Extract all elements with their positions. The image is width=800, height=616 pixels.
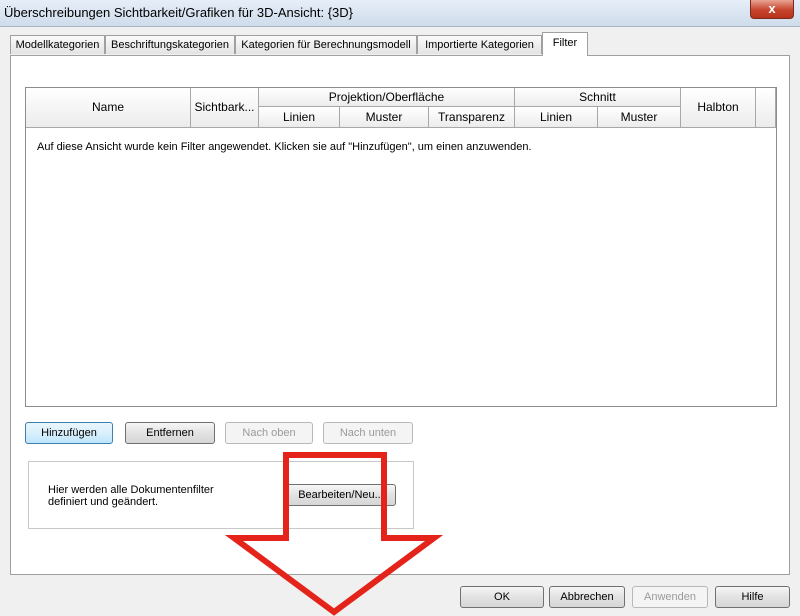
- column-header-visibility[interactable]: Sichtbark...: [191, 88, 259, 128]
- column-group-cut: Schnitt: [515, 88, 681, 107]
- column-header-cut-pattern[interactable]: Muster: [598, 107, 681, 128]
- column-header-projection-transparency[interactable]: Transparenz: [429, 107, 515, 128]
- column-header-cut-lines[interactable]: Linien: [515, 107, 598, 128]
- apply-button[interactable]: Anwenden: [632, 586, 708, 608]
- edit-new-filter-button[interactable]: Bearbeiten/Neu...: [286, 484, 396, 506]
- filter-panel: Name Sichtbark... Projektion/Oberfläche …: [10, 55, 790, 575]
- document-filters-box: Hier werden alle Dokumentenfilter defini…: [28, 461, 414, 529]
- filter-table: Name Sichtbark... Projektion/Oberfläche …: [25, 87, 777, 407]
- column-group-projection: Projektion/Oberfläche: [259, 88, 515, 107]
- tab-importierte-kategorien[interactable]: Importierte Kategorien: [417, 35, 542, 54]
- add-filter-button[interactable]: Hinzufügen: [25, 422, 113, 444]
- close-button[interactable]: x: [750, 0, 794, 19]
- column-header-halftone[interactable]: Halbton: [681, 88, 756, 128]
- column-header-filler: [756, 88, 776, 128]
- column-header-projection-pattern[interactable]: Muster: [340, 107, 429, 128]
- empty-table-message: Auf diese Ansicht wurde kein Filter ange…: [37, 141, 532, 153]
- move-down-button[interactable]: Nach unten: [323, 422, 413, 444]
- tab-filter[interactable]: Filter: [542, 32, 588, 56]
- tab-berechnungsmodell[interactable]: Kategorien für Berechnungsmodell: [235, 35, 417, 54]
- column-header-projection-lines[interactable]: Linien: [259, 107, 340, 128]
- help-button[interactable]: Hilfe: [715, 586, 790, 608]
- tab-modellkategorien[interactable]: Modellkategorien: [10, 35, 105, 54]
- tab-beschriftungskategorien[interactable]: Beschriftungskategorien: [105, 35, 235, 54]
- title-bar: Überschreibungen Sichtbarkeit/Grafiken f…: [0, 0, 800, 27]
- window-title: Überschreibungen Sichtbarkeit/Grafiken f…: [4, 5, 354, 20]
- cancel-button[interactable]: Abbrechen: [549, 586, 625, 608]
- move-up-button[interactable]: Nach oben: [225, 422, 313, 444]
- remove-filter-button[interactable]: Entfernen: [125, 422, 215, 444]
- column-header-name[interactable]: Name: [26, 88, 191, 128]
- ok-button[interactable]: OK: [460, 586, 544, 608]
- document-filters-description: Hier werden alle Dokumentenfilter defini…: [48, 484, 214, 508]
